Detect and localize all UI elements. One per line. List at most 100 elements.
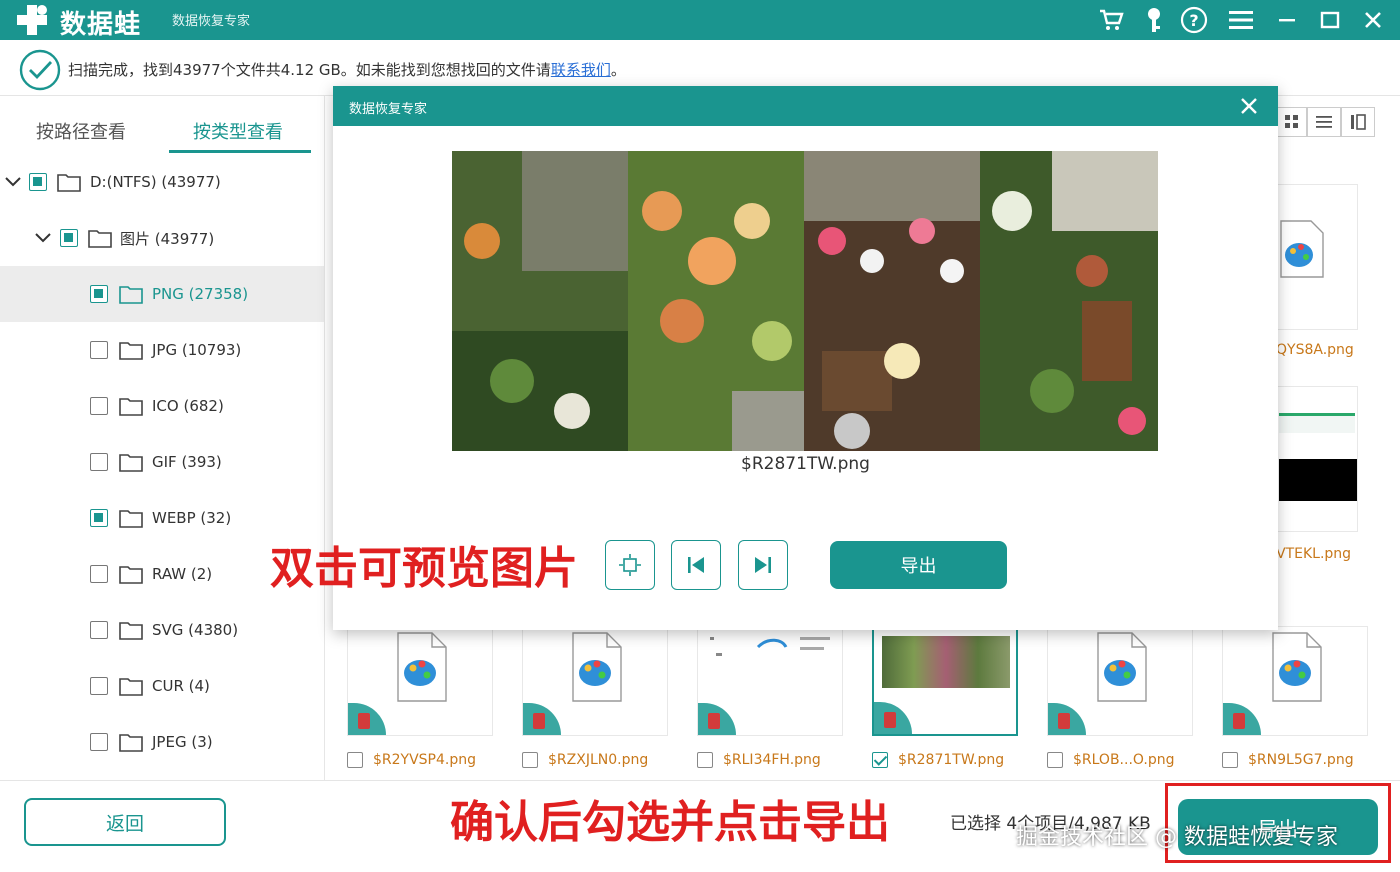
tree-checkbox[interactable] [29,173,47,191]
list-view-button[interactable] [1307,107,1341,137]
back-button[interactable]: 返回 [24,798,226,846]
folder-icon [88,230,112,248]
tree-checkbox[interactable] [90,565,108,583]
menu-icon[interactable] [1225,4,1257,36]
preview-dialog-header: 数据恢复专家 [333,86,1278,126]
recoverable-badge [874,702,912,734]
file-name: $R2871TW.png [898,752,1005,768]
file-checkbox[interactable] [1222,752,1238,768]
file-name: $RZXJLN0.png [548,752,649,768]
file-image-icon [1280,220,1324,278]
file-image-icon [1097,632,1147,702]
tree-item-gif[interactable]: GIF (393) [0,434,324,490]
file-image-icon [1272,632,1322,702]
preview-dialog-title: 数据恢复专家 [349,102,428,117]
dialog-export-button[interactable]: 导出 [830,541,1007,589]
help-icon[interactable]: ? [1178,4,1210,36]
tab-by-type[interactable]: 按类型查看 [193,118,283,144]
file-tile[interactable] [697,626,843,736]
brand-subtitle: 数据恢复专家 [172,14,251,29]
file-image-icon [397,632,447,702]
file-tile[interactable] [522,626,668,736]
file-name: $RN9L5G7.png [1248,752,1354,768]
tree-item-ico[interactable]: ICO (682) [0,378,324,434]
file-tile[interactable] [1276,386,1358,532]
key-icon[interactable] [1138,4,1170,36]
recoverable-badge [698,703,736,735]
thumbnail-strip [1279,413,1355,433]
folder-icon [119,678,143,696]
tree-checkbox[interactable] [90,621,108,639]
file-select-row[interactable]: $RLOB...O.png [1047,752,1174,768]
detail-view-button[interactable] [1341,107,1375,137]
file-select-row[interactable]: $R2871TW.png [872,752,1004,768]
file-checkbox[interactable] [697,752,713,768]
file-tile[interactable] [1047,626,1193,736]
tree-item-label: JPEG (3) [152,733,213,751]
cart-icon[interactable] [1095,4,1127,36]
scan-complete-check-icon [19,49,61,91]
tab-by-path[interactable]: 按路径查看 [36,118,126,144]
tree-checkbox[interactable] [90,733,108,751]
tree-item-jpeg[interactable]: JPEG (3) [0,714,324,770]
tree-checkbox[interactable] [90,397,108,415]
recoverable-badge [348,703,386,735]
tree-item-cur[interactable]: CUR (4) [0,658,324,714]
folder-icon [57,174,81,192]
tree-item-drive-d[interactable]: D:(NTFS) (43977) [0,154,324,210]
file-tile[interactable] [1222,626,1368,736]
file-select-row[interactable]: $R2YVSP4.png [347,752,476,768]
close-icon [1241,98,1257,114]
tree-checkbox[interactable] [90,509,108,527]
tree-item-svg[interactable]: SVG (4380) [0,602,324,658]
next-button[interactable] [738,540,788,590]
brand-name: 数据蛙 [60,10,142,40]
folder-icon [119,510,143,528]
folder-icon [119,286,143,304]
minimize-icon[interactable] [1271,4,1303,36]
previous-button[interactable] [671,540,721,590]
tree-checkbox[interactable] [90,677,108,695]
tree-item-label: ICO (682) [152,397,224,415]
file-tile[interactable] [1276,184,1358,330]
preview-file-name: $R2871TW.png [741,454,870,474]
recoverable-badge [523,703,561,735]
dialog-close-button[interactable] [1235,92,1263,120]
chevron-down-icon[interactable] [33,228,53,248]
tree-checkbox[interactable] [60,229,78,247]
file-checkbox[interactable] [522,752,538,768]
tree-item-label: SVG (4380) [152,621,239,639]
status-suffix: 。 [610,61,626,79]
title-bar: 数据蛙 数据恢复专家 ? [0,0,1400,40]
file-checkbox[interactable] [1047,752,1063,768]
tree-item-label: JPG (10793) [152,341,242,359]
close-icon[interactable] [1357,4,1389,36]
file-checkbox[interactable] [347,752,363,768]
tree-checkbox[interactable] [90,285,108,303]
file-select-row[interactable]: $RZXJLN0.png [522,752,648,768]
file-checkbox[interactable] [872,752,888,768]
folder-icon [119,566,143,584]
scan-status-message: 扫描完成，找到43977个文件共4.12 GB。如未能找到您想找回的文件请联系我… [68,59,626,80]
tree-item-png[interactable]: PNG (27358) [0,266,324,322]
fit-view-button[interactable] [605,540,655,590]
folder-icon [119,734,143,752]
chevron-down-icon[interactable] [3,172,23,192]
scan-summary-text: 扫描完成，找到43977个文件共4.12 GB。如未能找到您想找回的文件请 [68,61,551,79]
contact-us-link[interactable]: 联系我们 [551,61,611,79]
file-select-row[interactable]: $RLI34FH.png [697,752,821,768]
tree-item-pictures[interactable]: 图片 (43977) [0,210,324,266]
grid-view-button[interactable] [1277,107,1307,137]
tree-item-jpg[interactable]: JPG (10793) [0,322,324,378]
tree-checkbox[interactable] [90,453,108,471]
file-name: $R2YVSP4.png [373,752,477,768]
folder-icon [119,454,143,472]
recoverable-badge [1048,703,1086,735]
file-select-row[interactable]: $RN9L5G7.png [1222,752,1354,768]
fit-screen-icon [619,554,641,576]
maximize-icon[interactable] [1314,4,1346,36]
tree-checkbox[interactable] [90,341,108,359]
file-tile-active[interactable] [872,626,1018,736]
file-tile[interactable] [347,626,493,736]
folder-icon [119,342,143,360]
